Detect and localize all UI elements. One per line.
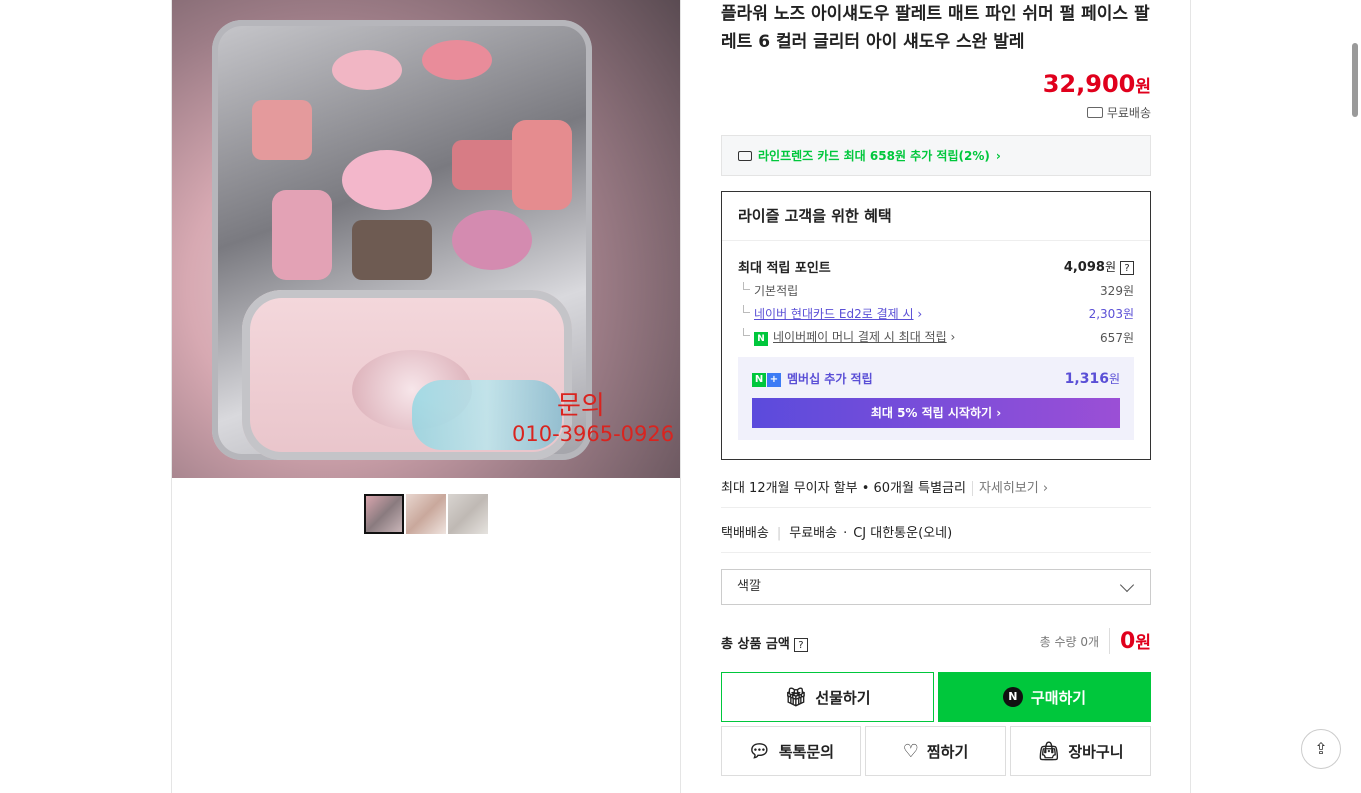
buy-button[interactable]: N 구매하기 bbox=[938, 672, 1151, 722]
product-price: 32,900원 bbox=[1042, 70, 1151, 98]
total-label: 총 상품 금액? bbox=[721, 633, 808, 652]
thumbnail-3[interactable] bbox=[448, 494, 488, 534]
chevron-right-icon: › bbox=[995, 148, 1001, 163]
talk-inquiry-button[interactable]: 💬︎ 톡톡문의 bbox=[721, 726, 861, 776]
cart-button[interactable]: 👜︎ 장바구니 bbox=[1010, 726, 1151, 776]
membership-value: 1,316원 bbox=[1064, 371, 1120, 387]
card-promo-banner[interactable]: 라인프렌즈 카드 최대 658원 추가 적립(2%) › bbox=[721, 135, 1151, 176]
total-amount: 0원 bbox=[1109, 628, 1151, 654]
benefit-box: 라이즐 고객을 위한 혜택 최대 적립 포인트 4,098원? 기본적립 329… bbox=[721, 191, 1151, 460]
truck-icon bbox=[1086, 107, 1103, 118]
heart-icon: ♡ bbox=[902, 740, 919, 762]
card-points-value: 2,303원 bbox=[1088, 307, 1134, 321]
membership-row: N + 멤버십 추가 적립 1,316원 bbox=[752, 370, 1120, 387]
column-divider bbox=[680, 0, 681, 793]
option-select[interactable]: 색깔 bbox=[721, 569, 1151, 605]
max-points-row: 최대 적립 포인트 4,098원? bbox=[738, 257, 1134, 276]
total-summary: 총 수량 0개 0원 bbox=[1040, 628, 1151, 654]
installment-more-link[interactable]: 자세히보기 › bbox=[971, 481, 1049, 496]
image-watermark: 문의 bbox=[557, 391, 605, 421]
naver-plus-icon: N + bbox=[752, 372, 781, 387]
scrollbar-thumb[interactable] bbox=[1352, 43, 1358, 117]
membership-start-button[interactable]: 최대 5% 적립 시작하기 › bbox=[752, 398, 1120, 428]
help-icon[interactable]: ? bbox=[793, 638, 808, 652]
chevron-down-icon bbox=[1119, 577, 1135, 593]
credit-card-icon bbox=[738, 150, 752, 161]
bag-icon: 👜︎ bbox=[1037, 740, 1061, 762]
gift-button[interactable]: 🎁︎ 선물하기 bbox=[721, 672, 934, 722]
max-points-value: 4,098원? bbox=[1064, 258, 1134, 275]
total-quantity: 총 수량 0개 bbox=[1039, 634, 1100, 649]
installment-info: 최대 12개월 무이자 할부 • 60개월 특별금리 자세히보기 › bbox=[721, 477, 1049, 496]
chat-icon: 💬︎ bbox=[747, 740, 771, 762]
membership-label: 멤버십 추가 적립 bbox=[787, 372, 873, 386]
npay-points-row: N 네이버페이 머니 결제 시 최대 적립 › 657원 bbox=[738, 328, 1134, 346]
card-promo-text: 라인프렌즈 카드 최대 658원 추가 적립(2%) bbox=[758, 149, 990, 163]
delivery-fee: 무료배송 bbox=[789, 526, 838, 541]
wishlist-button[interactable]: ♡ 찜하기 bbox=[865, 726, 1006, 776]
product-title: 플라워 노즈 아이섀도우 팔레트 매트 파인 쉬머 펄 페이스 팔레트 6 컬러… bbox=[721, 4, 1150, 52]
image-watermark-phone: 010-3965-0926 bbox=[512, 422, 675, 446]
option-select-label: 색깔 bbox=[737, 579, 761, 594]
installment-text: 최대 12개월 무이자 할부 • 60개월 특별금리 bbox=[721, 481, 966, 496]
share-icon[interactable]: ⇪ bbox=[1301, 729, 1341, 769]
thumbnail-2[interactable] bbox=[406, 494, 446, 534]
npay-points-value: 657원 bbox=[1100, 330, 1134, 345]
shipping-label: 무료배송 bbox=[1106, 106, 1151, 120]
thumbnail-strip bbox=[364, 494, 488, 534]
card-points-row: 네이버 현대카드 Ed2로 결제 시 › 2,303원 bbox=[738, 305, 1134, 322]
delivery-carrier: CJ 대한통운(오네) bbox=[853, 526, 953, 541]
product-main-image[interactable]: 문의 010-3965-0926 bbox=[172, 0, 680, 478]
delivery-info: 택배배송 | 무료배송 · CJ 대한통운(오네) bbox=[721, 526, 953, 541]
palette-graphic bbox=[212, 20, 592, 460]
divider bbox=[721, 507, 1151, 508]
delivery-type: 택배배송 bbox=[721, 526, 769, 541]
max-points-label: 최대 적립 포인트 bbox=[738, 261, 831, 276]
benefit-heading: 라이즐 고객을 위한 혜택 bbox=[722, 192, 1150, 241]
gift-icon: 🎁︎ bbox=[784, 686, 808, 708]
divider bbox=[721, 552, 1151, 553]
base-points-row: 기본적립 329원 bbox=[738, 282, 1134, 299]
help-icon[interactable]: ? bbox=[1120, 261, 1134, 275]
base-points-label: 기본적립 bbox=[738, 282, 798, 299]
naver-n-icon: N bbox=[1002, 687, 1023, 707]
thumbnail-1[interactable] bbox=[364, 494, 404, 534]
card-points-link[interactable]: 네이버 현대카드 Ed2로 결제 시 › bbox=[738, 305, 922, 322]
npay-icon: N bbox=[754, 332, 768, 346]
base-points-value: 329원 bbox=[1100, 284, 1134, 298]
shipping-info: 무료배송 bbox=[1086, 104, 1151, 121]
membership-box: N + 멤버십 추가 적립 1,316원 최대 5% 적립 시작하기 › bbox=[738, 357, 1134, 440]
npay-points-link[interactable]: N 네이버페이 머니 결제 시 최대 적립 › bbox=[738, 328, 955, 346]
